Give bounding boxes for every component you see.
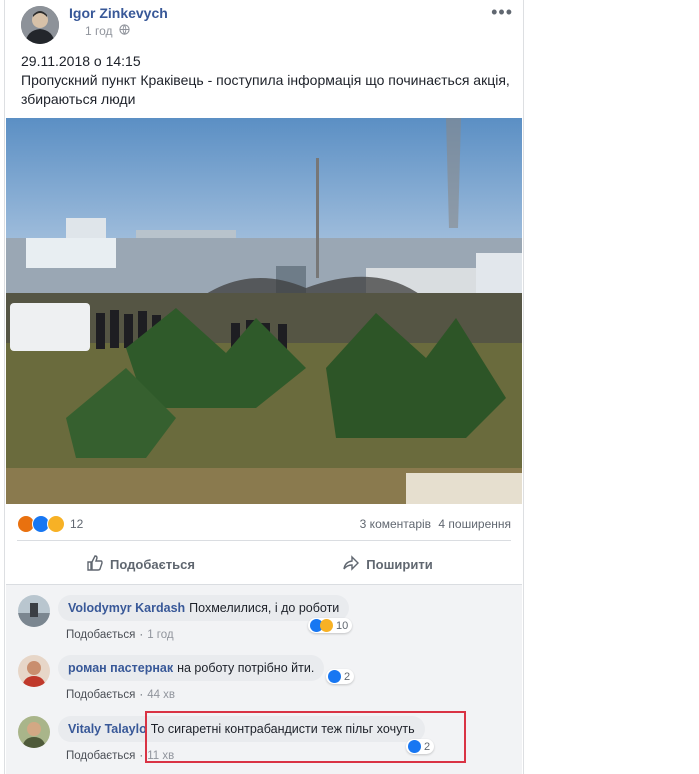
haha-reaction-icon [320, 619, 333, 632]
post-text-line2: Пропускний пункт Краківець - поступила і… [21, 72, 510, 107]
post-time[interactable]: 1 год [85, 24, 113, 38]
commenter-avatar[interactable] [18, 716, 50, 748]
comment-like-link[interactable]: Подобається [66, 629, 135, 641]
comment-text: на роботу потрібно йти. [177, 661, 315, 675]
comment-bubble: Volodymyr Kardash Похмелилися, і до робот… [58, 595, 350, 621]
reactions-summary[interactable]: 12 [17, 515, 83, 533]
comments-count[interactable]: 3 коментарів [360, 517, 431, 531]
comment-likes[interactable]: 10 [308, 618, 353, 633]
comment-like-link[interactable]: Подобається [66, 689, 135, 701]
comment-text: Похмелилися, і до роботи [189, 601, 340, 615]
post-meta: 1 год [85, 24, 130, 38]
commenter-name[interactable]: роман пастернак [68, 661, 173, 675]
commenter-avatar[interactable] [18, 655, 50, 687]
comment-meta: Подобається · 44 хв [66, 689, 176, 701]
more-dots-icon[interactable]: ••• [491, 2, 513, 23]
commenter-avatar[interactable] [18, 595, 50, 627]
post-photo[interactable] [6, 118, 522, 504]
post-actions: Подобається Поширити [17, 546, 511, 582]
comment-likes-count: 2 [344, 670, 351, 683]
like-button-label: Подобається [110, 556, 195, 572]
share-button[interactable]: Поширити [264, 546, 511, 582]
post-text-line1: 29.11.2018 о 14:15 [21, 53, 141, 69]
sad-reaction-icon [47, 515, 65, 533]
comment-likes-count: 10 [336, 619, 349, 632]
author-avatar[interactable] [21, 6, 59, 44]
globe-icon [118, 24, 130, 38]
shares-count[interactable]: 4 поширення [438, 517, 511, 531]
commenter-name[interactable]: Volodymyr Kardash [68, 601, 185, 615]
like-button[interactable]: Подобається [17, 546, 264, 582]
comment-likes[interactable]: 2 [326, 669, 355, 684]
post-card: Igor Zinkevych 1 год ••• 29.11.2018 о 14… [4, 0, 524, 774]
share-button-label: Поширити [366, 556, 433, 572]
post-text: 29.11.2018 о 14:15 Пропускний пункт Крак… [21, 52, 516, 109]
share-arrow-icon [342, 554, 360, 575]
like-reaction-icon [328, 670, 341, 683]
thumbs-up-icon [86, 554, 104, 575]
post-stats: 3 коментарів 4 поширення [360, 517, 511, 531]
comment-bubble: роман пастернак на роботу потрібно йти. [58, 655, 325, 681]
commenter-name[interactable]: Vitaly Talaylo [68, 722, 147, 736]
comment-like-link[interactable]: Подобається [66, 750, 135, 762]
divider [17, 540, 511, 541]
reactions-count: 12 [70, 517, 84, 531]
comment-meta: Подобається · 1 год [66, 629, 174, 641]
author-name[interactable]: Igor Zinkevych [69, 5, 168, 21]
highlight-box [145, 711, 466, 763]
comment-time[interactable]: 44 хв [147, 689, 175, 701]
comment-time[interactable]: 1 год [147, 629, 173, 641]
